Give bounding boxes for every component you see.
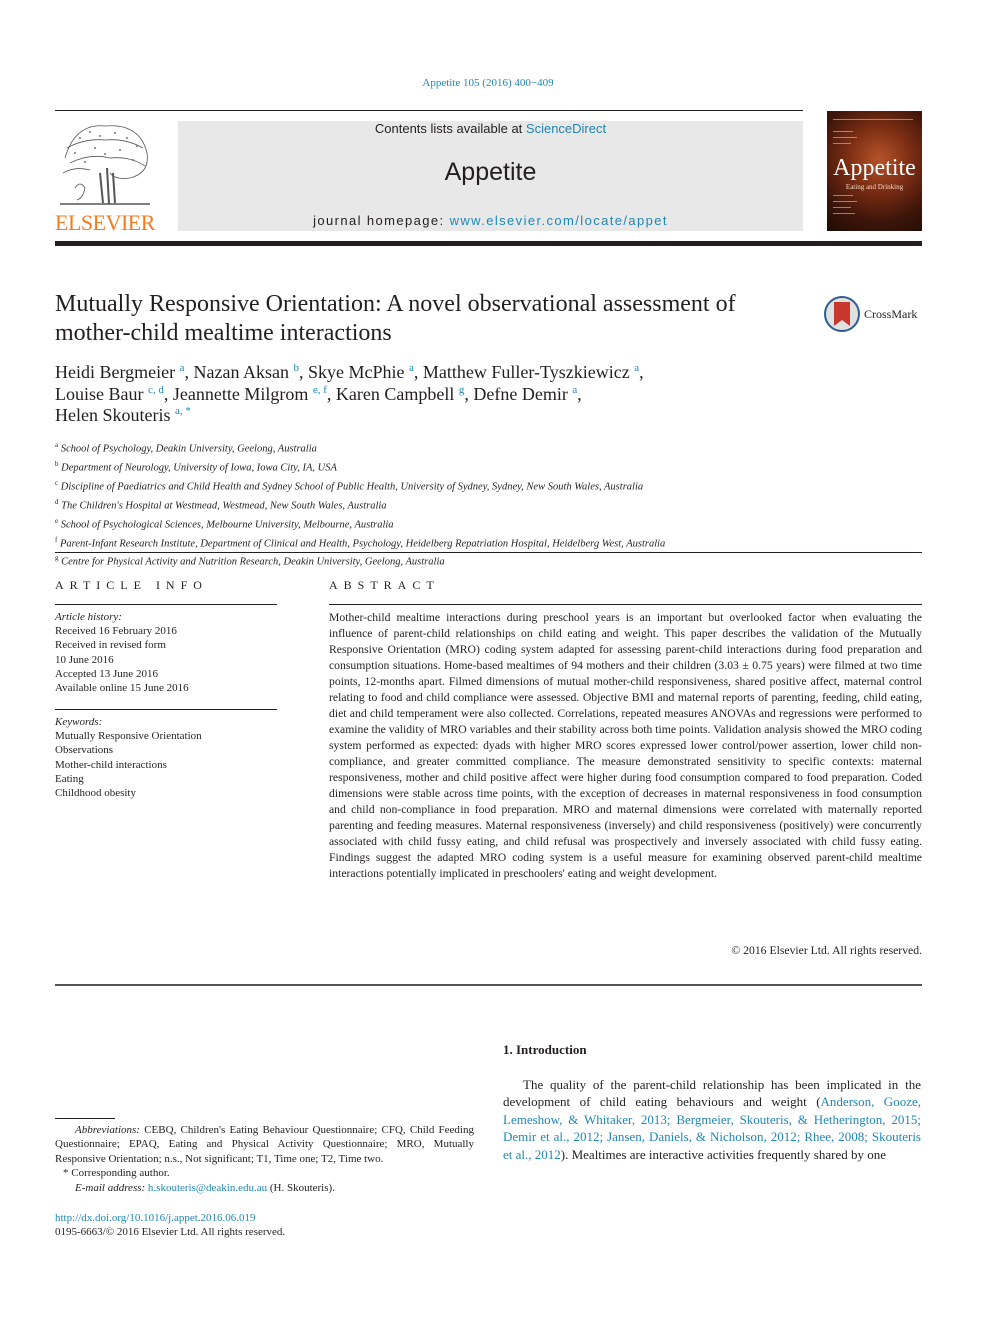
affiliation-ref[interactable]: e, f (313, 384, 327, 396)
cover-title: Appetite (833, 155, 916, 181)
keywords: Keywords: Mutually Responsive Orientatio… (55, 715, 277, 800)
author: Matthew Fuller-Tyszkiewicz a, (422, 362, 644, 382)
history-label: Article history: (55, 611, 122, 623)
keywords-label: Keywords: (55, 716, 103, 728)
author: Louise Baur c, d, (55, 383, 173, 404)
abstract-copyright: © 2016 Elsevier Ltd. All rights reserved… (731, 944, 922, 957)
history-item: 10 June 2016 (55, 653, 114, 666)
abstract-heading: ABSTRACT (329, 578, 440, 592)
abbreviations-note: Abbreviations: CEBQ, Children's Eating B… (55, 1123, 474, 1166)
section-rule (55, 552, 922, 553)
elsevier-logo: ELSEVIER (55, 118, 155, 235)
intro-text-after: ). Mealtimes are interactive activities … (560, 1146, 886, 1162)
journal-cover[interactable]: Appetite Eating and Drinking (827, 111, 922, 231)
keyword: Eating (55, 772, 84, 785)
abbreviations-label: Abbreviations: (75, 1124, 140, 1136)
crossmark-button[interactable]: CrossMark (824, 296, 924, 336)
author: Heidi Bergmeier a, (55, 362, 194, 382)
history-item: Accepted 13 June 2016 (55, 667, 158, 680)
journal-name: Appetite (444, 158, 537, 186)
author: Skye McPhie a, (308, 362, 423, 382)
elsevier-tree-icon (60, 125, 150, 205)
elsevier-wordmark: ELSEVIER (55, 210, 155, 235)
author: Jeannette Milgrom e, f, (172, 383, 336, 404)
affiliation: b Department of Neurology, University of… (55, 459, 337, 474)
cover-subtitle: Eating and Drinking (845, 183, 904, 191)
journal-citation[interactable]: Appetite 105 (2016) 400−409 (0, 77, 976, 89)
sciencedirect-link[interactable]: ScienceDirect (526, 121, 606, 136)
abstract-text: Mother-child mealtime interactions durin… (329, 611, 922, 880)
contents-prefix: Contents lists available at (374, 121, 526, 136)
introduction-text: The quality of the parent-child relation… (503, 1076, 921, 1163)
introduction-heading: 1. Introduction (503, 1042, 587, 1057)
corresponding-author-note: * Corresponding author. (63, 1167, 170, 1180)
section-rule (55, 984, 922, 986)
author: Karen Campbell g, (335, 383, 474, 404)
contents-line: Contents lists available at ScienceDirec… (178, 121, 803, 137)
footnote-rule (55, 1118, 115, 1119)
affiliation: a School of Psychology, Deakin Universit… (55, 441, 317, 455)
email-suffix: (H. Skouteris). (267, 1181, 335, 1194)
author: Helen Skouteris a, * (55, 405, 191, 425)
doi-link[interactable]: http://dx.doi.org/10.1016/j.appet.2016.0… (55, 1211, 474, 1225)
author: Nazan Aksan b, (193, 362, 308, 382)
affiliation: g Centre for Physical Activity and Nutri… (55, 554, 445, 568)
affiliations: a School of Psychology, Deakin Universit… (55, 438, 935, 570)
issn-line: 0195-6663/© 2016 Elsevier Ltd. All right… (55, 1226, 286, 1239)
affiliation: f Parent-Infant Research Institute, Depa… (55, 535, 666, 550)
history-item: Received in revised form (55, 639, 166, 652)
article-history: Article history: Received 16 February 20… (55, 610, 277, 695)
keyword: Mother-child interactions (55, 758, 167, 771)
journal-masthead: Contents lists available at ScienceDirec… (178, 121, 803, 231)
homepage-prefix: journal homepage: (313, 213, 450, 228)
info-rule (55, 604, 277, 605)
affiliation-ref[interactable]: a, * (175, 405, 191, 417)
homepage-link[interactable]: www.elsevier.com/locate/appet (450, 213, 668, 228)
doi-block: http://dx.doi.org/10.1016/j.appet.2016.0… (55, 1211, 474, 1240)
article-title: Mutually Responsive Orientation: A novel… (55, 291, 736, 346)
author-list: Heidi Bergmeier a, Nazan Aksan b, Skye M… (55, 362, 815, 427)
author: Defne Demir a, (473, 383, 582, 404)
crossmark-label: CrossMark (864, 307, 918, 321)
header-rule (55, 110, 803, 111)
footnotes: Abbreviations: CEBQ, Children's Eating B… (55, 1123, 474, 1195)
email-link[interactable]: h.skouteris@deakin.edu.au (148, 1182, 267, 1194)
article-info-heading: ARTICLE INFO (55, 578, 208, 592)
affiliation: e School of Psychological Sciences, Melb… (55, 516, 394, 531)
email-label: E-mail address: (75, 1181, 146, 1194)
keyword: Mutually Responsive Orientation (55, 730, 202, 743)
email-note: E-mail address: h.skouteris@deakin.edu.a… (55, 1181, 474, 1195)
keyword: Observations (55, 744, 114, 757)
history-item: Received 16 February 2016 (55, 625, 177, 638)
homepage-line: journal homepage: www.elsevier.com/locat… (178, 213, 803, 229)
affiliation-ref[interactable]: c, d (148, 384, 164, 396)
affiliation: d The Children's Hospital at Westmead, W… (55, 497, 387, 512)
abstract-rule (329, 604, 922, 605)
affiliation: c Discipline of Paediatrics and Child He… (55, 478, 644, 493)
header-thick-rule (55, 241, 922, 246)
history-item: Available online 15 June 2016 (55, 682, 189, 695)
keyword: Childhood obesity (55, 787, 136, 800)
info-rule (55, 709, 277, 710)
